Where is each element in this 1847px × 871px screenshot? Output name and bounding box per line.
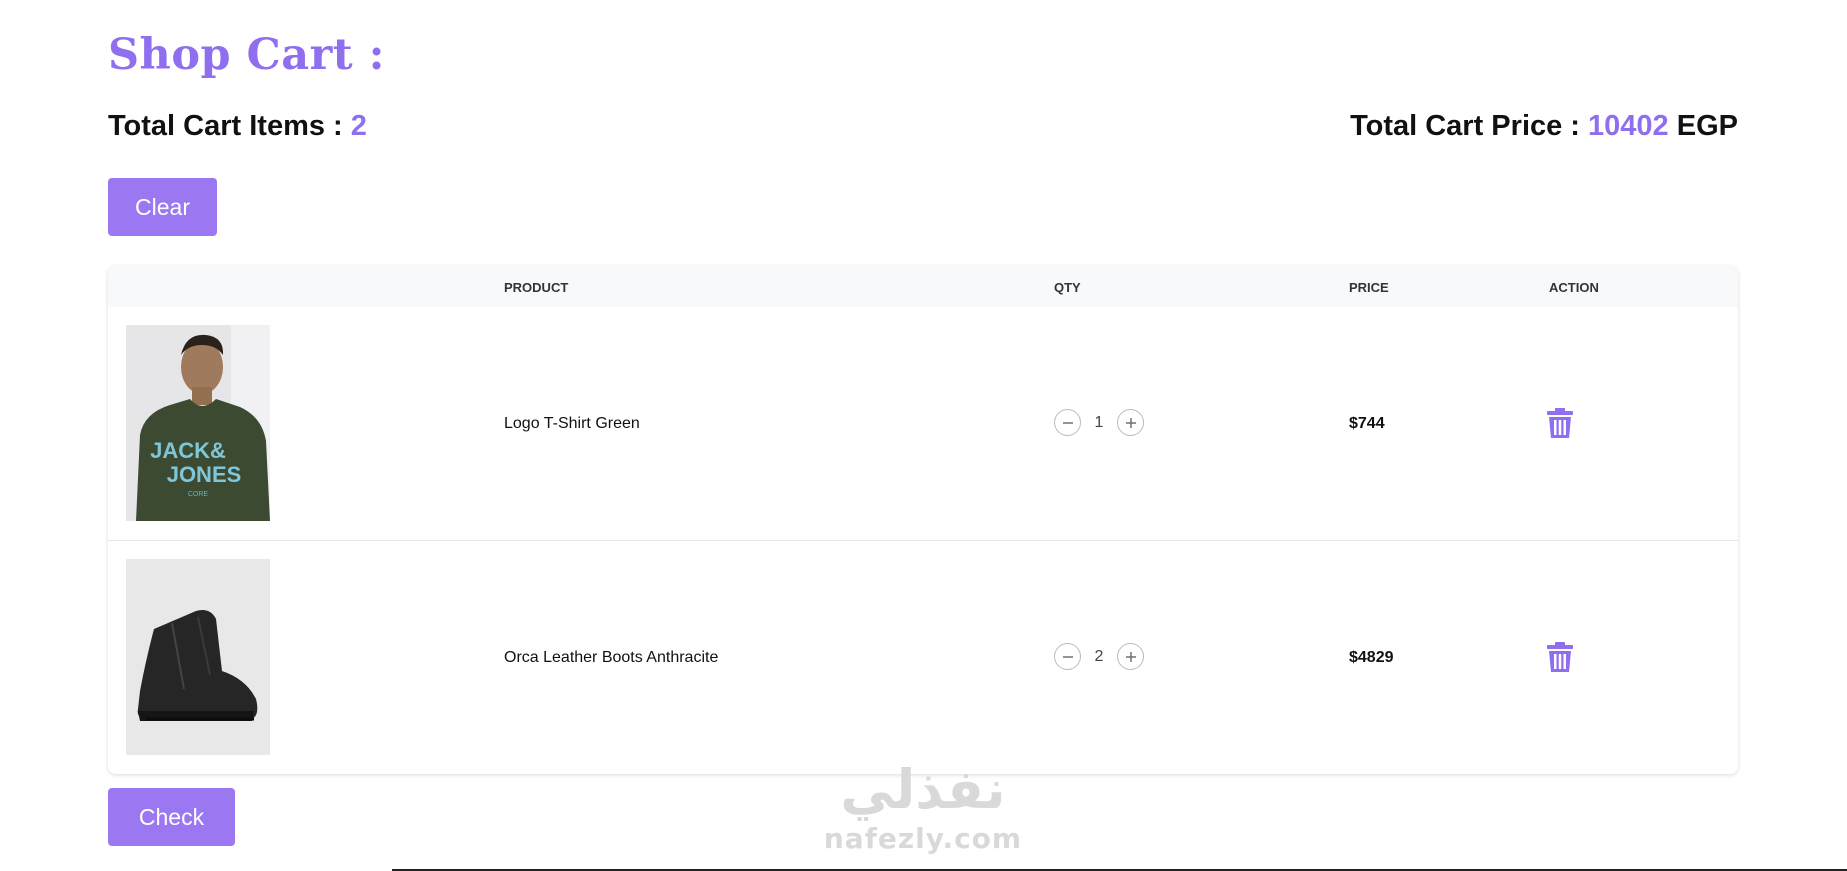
trash-icon[interactable] bbox=[1547, 642, 1573, 672]
quantity-stepper: 1 bbox=[1054, 409, 1144, 436]
currency-label: EGP bbox=[1676, 110, 1738, 142]
product-image-boot bbox=[126, 559, 270, 755]
table-header: PRODUCT QTY PRICE ACTION bbox=[108, 266, 1738, 307]
cart-summary: Total Cart Items : 2 Total Cart Price : … bbox=[108, 110, 1738, 143]
plus-icon bbox=[1125, 417, 1136, 428]
watermark-arabic: نفذلي bbox=[840, 758, 1006, 821]
svg-text:CORE: CORE bbox=[188, 491, 209, 498]
header-price: PRICE bbox=[1349, 280, 1389, 295]
product-price: $4829 bbox=[1349, 649, 1394, 666]
product-name[interactable]: Logo T-Shirt Green bbox=[504, 415, 640, 433]
minus-icon bbox=[1062, 655, 1073, 658]
quantity-value: 1 bbox=[1094, 413, 1104, 431]
product-image-tshirt: JACK& JONES CORE bbox=[126, 325, 270, 521]
minus-icon bbox=[1062, 421, 1073, 424]
table-row: Orca Leather Boots Anthracite 2 $4829 bbox=[108, 540, 1738, 773]
table-row: JACK& JONES CORE Logo T-Shirt Green 1 $7… bbox=[108, 307, 1738, 540]
header-action: ACTION bbox=[1549, 280, 1599, 295]
total-items: Total Cart Items : 2 bbox=[108, 110, 367, 143]
product-name[interactable]: Orca Leather Boots Anthracite bbox=[504, 649, 718, 667]
increase-qty-button[interactable] bbox=[1117, 409, 1144, 436]
header-product: PRODUCT bbox=[504, 280, 569, 295]
quantity-stepper: 2 bbox=[1054, 643, 1144, 670]
product-price: $744 bbox=[1349, 415, 1385, 432]
checkout-button[interactable]: Check out bbox=[108, 788, 235, 871]
watermark-latin: nafezly.com bbox=[823, 822, 1023, 855]
svg-text:JONES: JONES bbox=[167, 462, 242, 487]
cart-table: PRODUCT QTY PRICE ACTION JACK& JONES COR… bbox=[108, 266, 1738, 774]
total-items-label: Total Cart Items : bbox=[108, 110, 343, 142]
watermark: نفذلي nafezly.com bbox=[818, 758, 1028, 870]
header-qty: QTY bbox=[1054, 280, 1081, 295]
total-price-value: 10402 bbox=[1588, 110, 1669, 142]
total-price-label: Total Cart Price : bbox=[1350, 110, 1580, 142]
total-items-value: 2 bbox=[350, 110, 367, 142]
decrease-qty-button[interactable] bbox=[1054, 643, 1081, 670]
quantity-value: 2 bbox=[1094, 647, 1104, 665]
clear-all-button[interactable]: Clear All bbox=[108, 178, 217, 278]
total-price: Total Cart Price : 10402 EGP bbox=[1350, 110, 1738, 143]
increase-qty-button[interactable] bbox=[1117, 643, 1144, 670]
decrease-qty-button[interactable] bbox=[1054, 409, 1081, 436]
trash-icon[interactable] bbox=[1547, 408, 1573, 438]
plus-icon bbox=[1125, 651, 1136, 662]
page-title: Shop Cart : bbox=[108, 30, 385, 80]
svg-text:JACK&: JACK& bbox=[150, 438, 226, 463]
